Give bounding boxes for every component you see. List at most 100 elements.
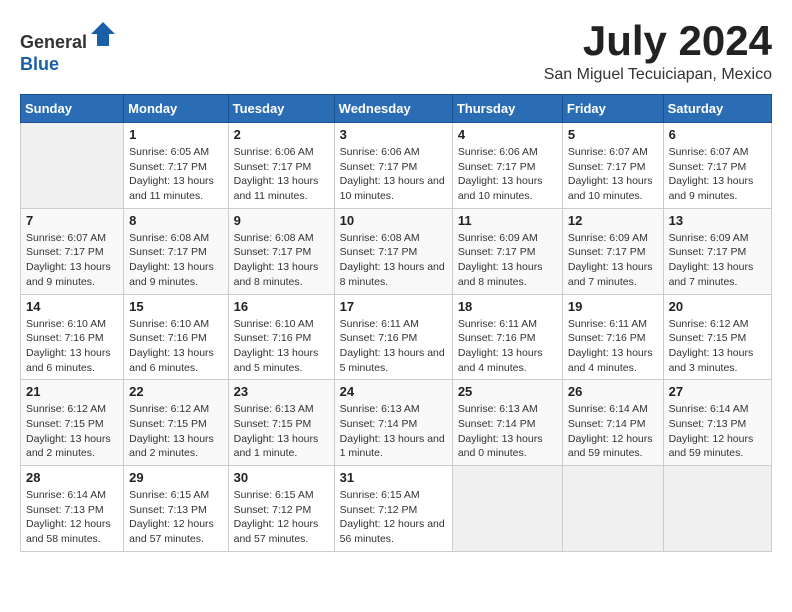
calendar-cell: 9 Sunrise: 6:08 AMSunset: 7:17 PMDaylight… (228, 208, 334, 294)
calendar-cell: 18 Sunrise: 6:11 AMSunset: 7:16 PMDayligh… (452, 294, 562, 380)
day-info: Sunrise: 6:10 AMSunset: 7:16 PMDaylight:… (234, 317, 329, 376)
calendar-cell: 30 Sunrise: 6:15 AMSunset: 7:12 PMDayligh… (228, 466, 334, 552)
calendar-cell: 3 Sunrise: 6:06 AMSunset: 7:17 PMDaylight… (334, 123, 452, 209)
title-block: July 2024 San Miguel Tecuiciapan, Mexico (544, 20, 772, 84)
day-info: Sunrise: 6:08 AMSunset: 7:17 PMDaylight:… (234, 231, 329, 290)
day-info: Sunrise: 6:12 AMSunset: 7:15 PMDaylight:… (129, 402, 222, 461)
day-info: Sunrise: 6:12 AMSunset: 7:15 PMDaylight:… (669, 317, 766, 376)
calendar-week-row: 28 Sunrise: 6:14 AMSunset: 7:13 PMDayligh… (21, 466, 772, 552)
day-info: Sunrise: 6:05 AMSunset: 7:17 PMDaylight:… (129, 145, 222, 204)
weekday-header-sunday: Sunday (21, 95, 124, 123)
calendar-cell: 7Sunrise: 6:07 AMSunset: 7:17 PMDaylight… (21, 208, 124, 294)
calendar-cell: 13 Sunrise: 6:09 AMSunset: 7:17 PMDayligh… (663, 208, 771, 294)
calendar-week-row: 1 Sunrise: 6:05 AMSunset: 7:17 PMDaylight… (21, 123, 772, 209)
month-title: July 2024 (544, 20, 772, 62)
day-info: Sunrise: 6:11 AMSunset: 7:16 PMDaylight:… (568, 317, 658, 376)
calendar-cell (663, 466, 771, 552)
day-number: 12 (568, 213, 658, 228)
calendar-cell: 5 Sunrise: 6:07 AMSunset: 7:17 PMDaylight… (562, 123, 663, 209)
weekday-header-thursday: Thursday (452, 95, 562, 123)
calendar-cell: 1 Sunrise: 6:05 AMSunset: 7:17 PMDaylight… (124, 123, 228, 209)
weekday-header-wednesday: Wednesday (334, 95, 452, 123)
day-info: Sunrise: 6:13 AMSunset: 7:14 PMDaylight:… (340, 402, 447, 461)
day-number: 25 (458, 384, 557, 399)
calendar-cell: 19 Sunrise: 6:11 AMSunset: 7:16 PMDayligh… (562, 294, 663, 380)
calendar-cell: 24 Sunrise: 6:13 AMSunset: 7:14 PMDayligh… (334, 380, 452, 466)
calendar-cell: 27 Sunrise: 6:14 AMSunset: 7:13 PMDayligh… (663, 380, 771, 466)
day-number: 22 (129, 384, 222, 399)
day-number: 18 (458, 299, 557, 314)
day-number: 11 (458, 213, 557, 228)
weekday-header-monday: Monday (124, 95, 228, 123)
calendar-cell (21, 123, 124, 209)
day-number: 29 (129, 470, 222, 485)
logo-blue-text: Blue (20, 54, 59, 74)
day-number: 10 (340, 213, 447, 228)
day-number: 27 (669, 384, 766, 399)
day-info: Sunrise: 6:09 AMSunset: 7:17 PMDaylight:… (458, 231, 557, 290)
day-number: 9 (234, 213, 329, 228)
day-number: 24 (340, 384, 447, 399)
day-info: Sunrise: 6:11 AMSunset: 7:16 PMDaylight:… (458, 317, 557, 376)
calendar-cell: 22 Sunrise: 6:12 AMSunset: 7:15 PMDayligh… (124, 380, 228, 466)
day-info: Sunrise: 6:14 AMSunset: 7:14 PMDaylight:… (568, 402, 658, 461)
day-info: Sunrise: 6:15 AMSunset: 7:12 PMDaylight:… (340, 488, 447, 547)
weekday-header-row: SundayMondayTuesdayWednesdayThursdayFrid… (21, 95, 772, 123)
day-number: 23 (234, 384, 329, 399)
logo-general-text: General (20, 32, 87, 52)
day-number: 16 (234, 299, 329, 314)
day-info: Sunrise: 6:13 AMSunset: 7:14 PMDaylight:… (458, 402, 557, 461)
day-info: Sunrise: 6:15 AMSunset: 7:13 PMDaylight:… (129, 488, 222, 547)
calendar-cell: 20Sunrise: 6:12 AMSunset: 7:15 PMDayligh… (663, 294, 771, 380)
calendar-cell: 17 Sunrise: 6:11 AMSunset: 7:16 PMDayligh… (334, 294, 452, 380)
calendar-cell: 26 Sunrise: 6:14 AMSunset: 7:14 PMDayligh… (562, 380, 663, 466)
day-info: Sunrise: 6:06 AMSunset: 7:17 PMDaylight:… (458, 145, 557, 204)
day-number: 13 (669, 213, 766, 228)
day-number: 1 (129, 127, 222, 142)
calendar-cell: 23Sunrise: 6:13 AMSunset: 7:15 PMDayligh… (228, 380, 334, 466)
day-info: Sunrise: 6:08 AMSunset: 7:17 PMDaylight:… (340, 231, 447, 290)
day-number: 21 (26, 384, 118, 399)
day-number: 30 (234, 470, 329, 485)
day-number: 3 (340, 127, 447, 142)
logo-icon (89, 20, 117, 48)
calendar-cell (562, 466, 663, 552)
day-number: 28 (26, 470, 118, 485)
calendar-cell: 10 Sunrise: 6:08 AMSunset: 7:17 PMDayligh… (334, 208, 452, 294)
calendar-cell: 6Sunrise: 6:07 AMSunset: 7:17 PMDaylight… (663, 123, 771, 209)
calendar-cell: 28 Sunrise: 6:14 AMSunset: 7:13 PMDayligh… (21, 466, 124, 552)
day-number: 26 (568, 384, 658, 399)
weekday-header-friday: Friday (562, 95, 663, 123)
day-info: Sunrise: 6:09 AMSunset: 7:17 PMDaylight:… (669, 231, 766, 290)
calendar-week-row: 14Sunrise: 6:10 AMSunset: 7:16 PMDayligh… (21, 294, 772, 380)
weekday-header-saturday: Saturday (663, 95, 771, 123)
logo: General Blue (20, 20, 117, 75)
day-info: Sunrise: 6:07 AMSunset: 7:17 PMDaylight:… (568, 145, 658, 204)
calendar-cell: 4Sunrise: 6:06 AMSunset: 7:17 PMDaylight… (452, 123, 562, 209)
calendar-cell: 11 Sunrise: 6:09 AMSunset: 7:17 PMDayligh… (452, 208, 562, 294)
day-number: 17 (340, 299, 447, 314)
day-number: 19 (568, 299, 658, 314)
day-info: Sunrise: 6:12 AMSunset: 7:15 PMDaylight:… (26, 402, 118, 461)
day-info: Sunrise: 6:11 AMSunset: 7:16 PMDaylight:… (340, 317, 447, 376)
day-number: 8 (129, 213, 222, 228)
calendar-cell: 14Sunrise: 6:10 AMSunset: 7:16 PMDayligh… (21, 294, 124, 380)
day-number: 15 (129, 299, 222, 314)
day-info: Sunrise: 6:06 AMSunset: 7:17 PMDaylight:… (234, 145, 329, 204)
calendar-cell: 31Sunrise: 6:15 AMSunset: 7:12 PMDayligh… (334, 466, 452, 552)
day-number: 6 (669, 127, 766, 142)
day-info: Sunrise: 6:06 AMSunset: 7:17 PMDaylight:… (340, 145, 447, 204)
day-info: Sunrise: 6:09 AMSunset: 7:17 PMDaylight:… (568, 231, 658, 290)
day-info: Sunrise: 6:15 AMSunset: 7:12 PMDaylight:… (234, 488, 329, 547)
day-info: Sunrise: 6:14 AMSunset: 7:13 PMDaylight:… (26, 488, 118, 547)
day-info: Sunrise: 6:07 AMSunset: 7:17 PMDaylight:… (26, 231, 118, 290)
calendar-cell (452, 466, 562, 552)
calendar-week-row: 21 Sunrise: 6:12 AMSunset: 7:15 PMDayligh… (21, 380, 772, 466)
day-number: 5 (568, 127, 658, 142)
calendar-cell: 21 Sunrise: 6:12 AMSunset: 7:15 PMDayligh… (21, 380, 124, 466)
calendar-cell: 16 Sunrise: 6:10 AMSunset: 7:16 PMDayligh… (228, 294, 334, 380)
day-info: Sunrise: 6:14 AMSunset: 7:13 PMDaylight:… (669, 402, 766, 461)
location-title: San Miguel Tecuiciapan, Mexico (544, 66, 772, 84)
calendar-table: SundayMondayTuesdayWednesdayThursdayFrid… (20, 94, 772, 552)
weekday-header-tuesday: Tuesday (228, 95, 334, 123)
